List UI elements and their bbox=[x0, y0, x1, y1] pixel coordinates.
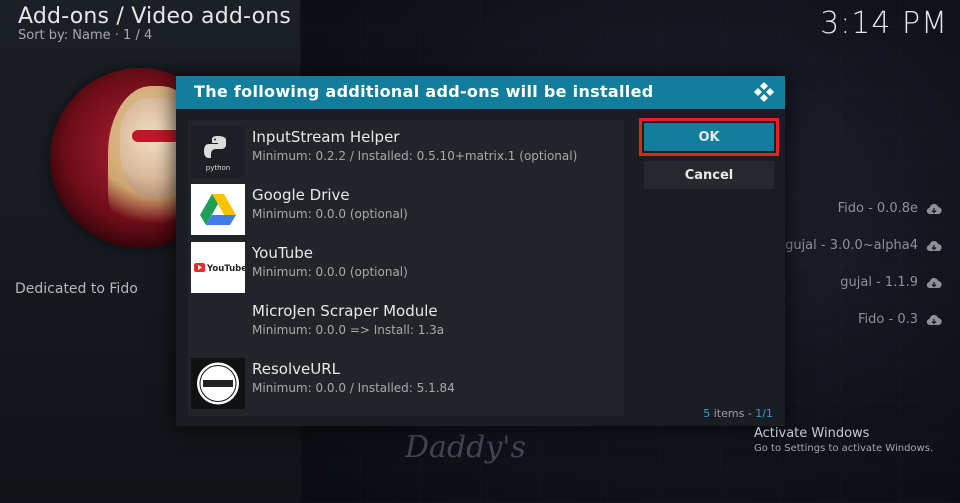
addon-placeholder-icon bbox=[191, 300, 245, 351]
version-label: gujal - 3.0.0~alpha4 bbox=[785, 238, 918, 253]
resolveurl-icon bbox=[191, 358, 245, 409]
youtube-icon: YouTube bbox=[191, 242, 247, 293]
svg-text:YouTube: YouTube bbox=[206, 264, 245, 274]
addon-name: ResolveURL bbox=[252, 360, 341, 378]
addon-name: InputStream Helper bbox=[252, 128, 400, 146]
version-label: Fido - 0.0.8e bbox=[837, 201, 918, 216]
activate-windows-title: Activate Windows bbox=[754, 426, 870, 441]
addon-version-info: Minimum: 0.2.2 / Installed: 0.5.10+matri… bbox=[252, 149, 578, 163]
item-count-text: items - bbox=[710, 407, 756, 420]
cloud-download-icon bbox=[926, 240, 942, 252]
svg-text:python: python bbox=[206, 164, 231, 172]
list-item[interactable]: YouTube YouTube Minimum: 0.0.0 (optional… bbox=[188, 238, 624, 296]
addon-name: YouTube bbox=[252, 244, 313, 262]
item-count: 5 items - 1/1 bbox=[703, 407, 773, 420]
addon-description: Dedicated to Fido bbox=[15, 281, 138, 297]
list-item[interactable]: python InputStream Helper Minimum: 0.2.2… bbox=[188, 122, 624, 180]
list-item[interactable]: Google Drive Minimum: 0.0.0 (optional) bbox=[188, 180, 624, 238]
cloud-download-icon bbox=[926, 277, 942, 289]
activate-windows-subtitle: Go to Settings to activate Windows. bbox=[754, 443, 934, 454]
fanart-logo-text: Daddy's bbox=[405, 430, 526, 465]
python-icon: python bbox=[191, 126, 245, 177]
dialog-title: The following additional add-ons will be… bbox=[194, 82, 654, 101]
ok-button[interactable]: OK bbox=[639, 118, 779, 156]
google-drive-icon bbox=[191, 184, 245, 235]
cancel-button[interactable]: Cancel bbox=[644, 161, 774, 189]
sort-info: Sort by: Name · 1 / 4 bbox=[18, 28, 153, 43]
fanart-mask bbox=[132, 130, 180, 142]
addon-version-info: Minimum: 0.0.0 (optional) bbox=[252, 265, 408, 279]
addon-name: MicroJen Scraper Module bbox=[252, 302, 438, 320]
cloud-download-icon bbox=[926, 203, 942, 215]
addon-version-info: Minimum: 0.0.0 => Install: 1.3a bbox=[252, 323, 445, 337]
clock: 3:14 PM bbox=[820, 6, 948, 41]
version-label: Fido - 0.3 bbox=[858, 312, 918, 327]
addon-list: python InputStream Helper Minimum: 0.2.2… bbox=[188, 120, 624, 416]
dependency-install-dialog: The following additional add-ons will be… bbox=[176, 76, 785, 426]
item-count-page: 1/1 bbox=[755, 407, 773, 420]
addon-version-info: Minimum: 0.0.0 (optional) bbox=[252, 207, 408, 221]
breadcrumb: Add-ons / Video add-ons bbox=[18, 4, 292, 29]
dialog-header: The following additional add-ons will be… bbox=[176, 76, 785, 109]
list-item[interactable]: MicroJen Scraper Module Minimum: 0.0.0 =… bbox=[188, 296, 624, 354]
addon-version-info: Minimum: 0.0.0 / Installed: 5.1.84 bbox=[252, 381, 455, 395]
kodi-logo-icon bbox=[753, 81, 775, 103]
addon-name: Google Drive bbox=[252, 186, 350, 204]
list-item[interactable]: ResolveURL Minimum: 0.0.0 / Installed: 5… bbox=[188, 354, 624, 412]
version-label: gujal - 1.1.9 bbox=[840, 275, 918, 290]
cloud-download-icon bbox=[926, 314, 942, 326]
